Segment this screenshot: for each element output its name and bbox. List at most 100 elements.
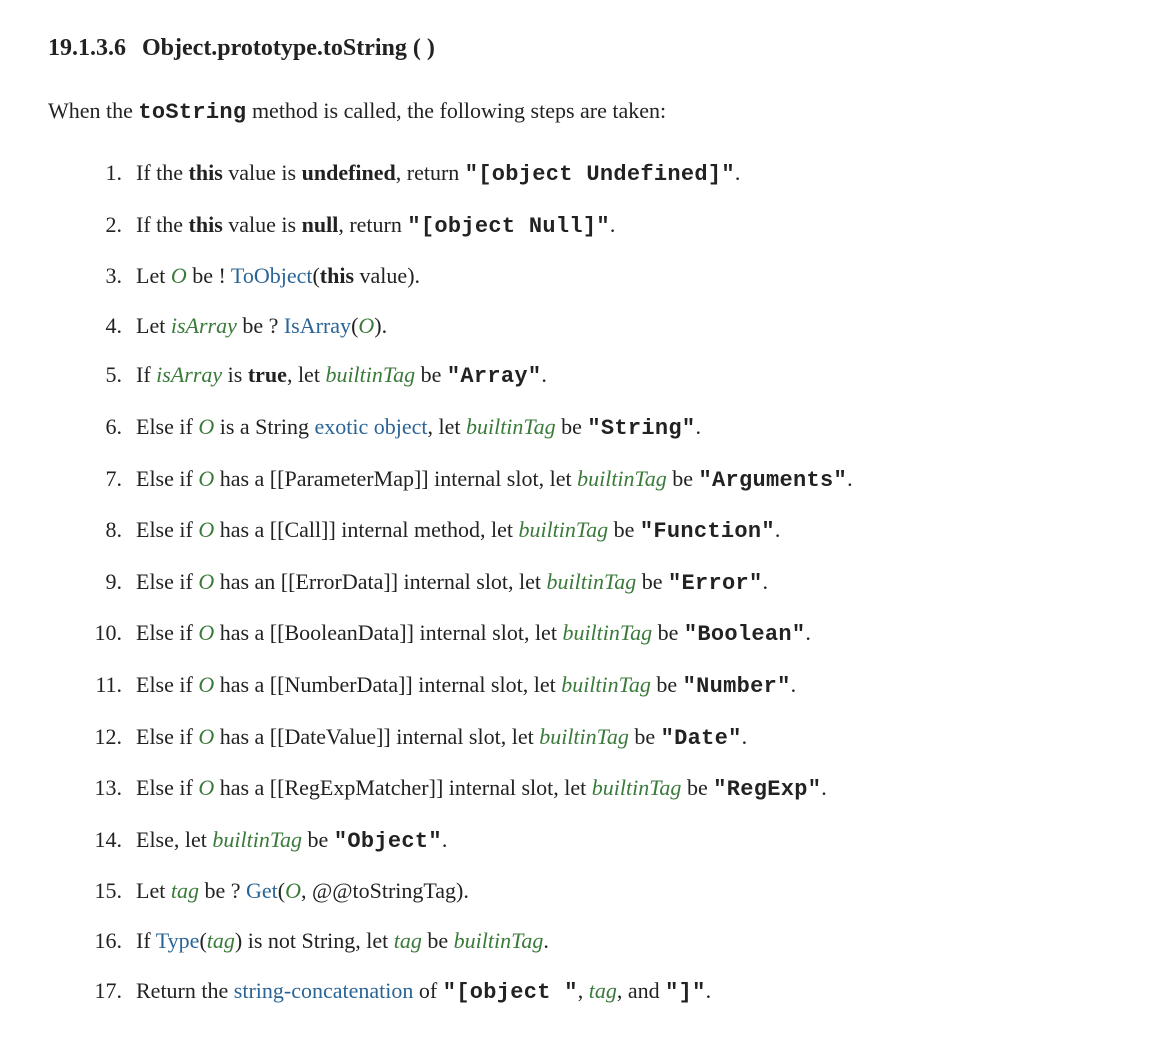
spec-link[interactable]: exotic object bbox=[314, 414, 427, 439]
step-text: Else if bbox=[136, 414, 198, 439]
step-text: . bbox=[695, 414, 701, 439]
code-literal: "[object Null]" bbox=[407, 214, 610, 239]
algorithm-step: Let tag be ? Get(O, @@toStringTag). bbox=[48, 871, 1124, 911]
spec-link[interactable]: IsArray bbox=[284, 313, 351, 338]
bold-term: this bbox=[189, 212, 223, 237]
intro-prefix: When the bbox=[48, 98, 138, 123]
algorithm-step: Else if O has a [[BooleanData]] internal… bbox=[48, 613, 1124, 655]
algorithm-variable: tag bbox=[394, 928, 422, 953]
algorithm-variable: builtinTag bbox=[454, 928, 544, 953]
step-text: be bbox=[302, 827, 334, 852]
algorithm-variable: tag bbox=[207, 928, 235, 953]
step-text: ( bbox=[278, 878, 285, 903]
step-text: Else if bbox=[136, 466, 198, 491]
code-literal: "[object Undefined]" bbox=[465, 162, 735, 187]
algorithm-variable: builtinTag bbox=[577, 466, 667, 491]
step-text: has a [[ParameterMap]] internal slot, le… bbox=[214, 466, 577, 491]
algorithm-variable: O bbox=[198, 466, 214, 491]
bold-term: true bbox=[248, 362, 287, 387]
algorithm-variable: tag bbox=[171, 878, 199, 903]
step-text: . bbox=[442, 827, 448, 852]
code-literal: "Arguments" bbox=[699, 468, 848, 493]
algorithm-variable: builtinTag bbox=[562, 620, 652, 645]
step-text: be bbox=[652, 620, 684, 645]
step-text: has an [[ErrorData]] internal slot, let bbox=[214, 569, 546, 594]
step-text: be bbox=[608, 517, 640, 542]
algorithm-steps: If the this value is undefined, return "… bbox=[48, 153, 1124, 1012]
step-text: . bbox=[735, 160, 741, 185]
step-text: . bbox=[610, 212, 616, 237]
step-text: has a [[RegExpMatcher]] internal slot, l… bbox=[214, 775, 592, 800]
step-text: . bbox=[805, 620, 811, 645]
algorithm-variable: builtinTag bbox=[212, 827, 302, 852]
section-title: Object.prototype.toString ( ) bbox=[142, 35, 435, 61]
step-text: be bbox=[667, 466, 699, 491]
step-text: Else if bbox=[136, 517, 198, 542]
step-text: , return bbox=[338, 212, 407, 237]
code-literal: "Date" bbox=[661, 726, 742, 751]
intro-suffix: method is called, the following steps ar… bbox=[246, 98, 666, 123]
algorithm-step: Return the string-concatenation of "[obj… bbox=[48, 971, 1124, 1013]
step-text: If the bbox=[136, 212, 189, 237]
algorithm-step: Else if O has a [[NumberData]] internal … bbox=[48, 665, 1124, 707]
algorithm-variable: builtinTag bbox=[547, 569, 637, 594]
algorithm-variable: builtinTag bbox=[539, 724, 629, 749]
algorithm-step: If Type(tag) is not String, let tag be b… bbox=[48, 921, 1124, 961]
step-text: . bbox=[847, 466, 853, 491]
algorithm-variable: O bbox=[198, 620, 214, 645]
step-text: be ! bbox=[187, 263, 231, 288]
step-text: Let bbox=[136, 878, 171, 903]
algorithm-step: Let O be ! ToObject(this value). bbox=[48, 256, 1124, 296]
code-literal: "Boolean" bbox=[684, 622, 806, 647]
algorithm-variable: builtinTag bbox=[518, 517, 608, 542]
algorithm-variable: tag bbox=[589, 978, 617, 1003]
algorithm-variable: O bbox=[198, 414, 214, 439]
algorithm-step: Let isArray be ? IsArray(O). bbox=[48, 306, 1124, 346]
step-text: value is bbox=[223, 212, 302, 237]
code-literal: "Array" bbox=[447, 364, 542, 389]
spec-link[interactable]: string-concatenation bbox=[234, 978, 414, 1003]
code-literal: "Object" bbox=[334, 829, 442, 854]
code-literal: "RegExp" bbox=[713, 777, 821, 802]
step-text: Else if bbox=[136, 620, 198, 645]
algorithm-variable: O bbox=[198, 775, 214, 800]
algorithm-variable: builtinTag bbox=[325, 362, 415, 387]
step-text: . bbox=[821, 775, 827, 800]
algorithm-variable: O bbox=[358, 313, 374, 338]
bold-term: this bbox=[320, 263, 354, 288]
spec-link[interactable]: ToObject bbox=[231, 263, 313, 288]
algorithm-variable: O bbox=[198, 569, 214, 594]
bold-term: null bbox=[302, 212, 339, 237]
step-text: be ? bbox=[199, 878, 246, 903]
step-text: . bbox=[775, 517, 781, 542]
step-text: , return bbox=[396, 160, 465, 185]
step-text: . bbox=[543, 928, 549, 953]
algorithm-step: Else if O is a String exotic object, let… bbox=[48, 407, 1124, 449]
code-literal: "Function" bbox=[640, 519, 775, 544]
step-text: , @@toStringTag). bbox=[301, 878, 469, 903]
algorithm-variable: builtinTag bbox=[561, 672, 651, 697]
step-text: has a [[NumberData]] internal slot, let bbox=[214, 672, 561, 697]
step-text: ). bbox=[374, 313, 387, 338]
step-text: is a String bbox=[214, 414, 314, 439]
step-text: be bbox=[556, 414, 588, 439]
algorithm-step: Else if O has a [[RegExpMatcher]] intern… bbox=[48, 768, 1124, 810]
step-text: be bbox=[629, 724, 661, 749]
algorithm-step: Else if O has an [[ErrorData]] internal … bbox=[48, 562, 1124, 604]
step-text: Let bbox=[136, 263, 171, 288]
step-text: . bbox=[791, 672, 797, 697]
spec-link[interactable]: Type bbox=[156, 928, 200, 953]
step-text: be bbox=[422, 928, 454, 953]
code-literal: "]" bbox=[665, 980, 706, 1005]
step-text: has a [[BooleanData]] internal slot, let bbox=[214, 620, 562, 645]
bold-term: undefined bbox=[302, 160, 396, 185]
spec-link[interactable]: Get bbox=[246, 878, 278, 903]
step-text: If bbox=[136, 362, 156, 387]
code-literal: "Error" bbox=[668, 571, 763, 596]
code-literal: "[object " bbox=[443, 980, 578, 1005]
step-text: be bbox=[415, 362, 447, 387]
step-text: . bbox=[706, 978, 712, 1003]
step-text: be bbox=[681, 775, 713, 800]
code-literal: "String" bbox=[587, 416, 695, 441]
step-text: Else if bbox=[136, 672, 198, 697]
